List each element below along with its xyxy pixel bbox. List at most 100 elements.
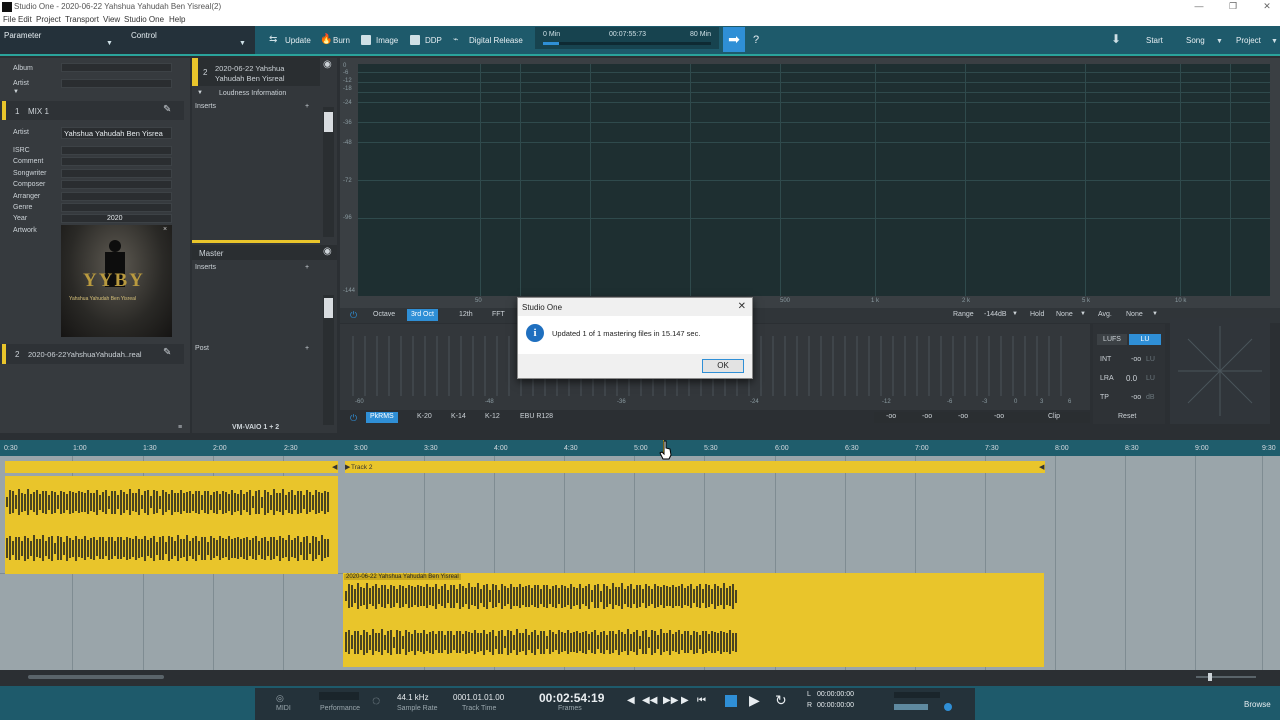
forward-arrow-icon[interactable]: ➡ (723, 27, 745, 52)
track1-end-marker-icon[interactable]: ◀ (332, 463, 337, 471)
inserts-label[interactable]: Inserts (195, 103, 216, 110)
clip-button[interactable]: Clip (1048, 413, 1060, 420)
hold-dropdown-icon[interactable]: ▼ (1080, 311, 1086, 317)
twelfth-button[interactable]: 12th (455, 309, 477, 321)
arranger-field[interactable] (61, 192, 172, 201)
songwriter-field[interactable] (61, 169, 172, 178)
meter-power-icon[interactable]: ⏻ (350, 413, 357, 424)
play-button[interactable]: ▶ (749, 692, 760, 709)
burn-button[interactable]: Burn (333, 36, 350, 45)
artist-field[interactable] (61, 79, 172, 88)
fader-knob[interactable] (324, 112, 333, 132)
menu-file[interactable]: File (3, 15, 16, 24)
project-button[interactable]: Project (1236, 36, 1261, 45)
menu-studio-one[interactable]: Studio One (124, 15, 164, 24)
dialog-close-icon[interactable]: ✕ (738, 301, 746, 312)
parameter-dropdown-icon[interactable]: ▼ (106, 40, 113, 47)
output-label[interactable]: VM-VAIO 1 + 2 (232, 424, 279, 431)
loop-icon[interactable]: ↻ (775, 692, 787, 709)
panel-list-icon[interactable]: ≡ (178, 424, 182, 431)
isrc-field[interactable] (61, 146, 172, 155)
menu-view[interactable]: View (103, 15, 120, 24)
output-volume-knob[interactable] (944, 703, 952, 711)
browse-button[interactable]: Browse (1244, 700, 1271, 709)
third-octave-button[interactable]: 3rd Oct (407, 309, 438, 321)
loop-r-value[interactable]: 00:00:00:00 (817, 702, 854, 709)
forward-icon[interactable]: ▶ (681, 695, 689, 706)
burn-icon[interactable]: 🔥 (320, 34, 332, 45)
post-label[interactable]: Post (195, 345, 209, 352)
composer-field[interactable] (61, 180, 172, 189)
skip-to-end-icon[interactable]: ⏮ (697, 695, 706, 706)
track2-marker-bar[interactable] (345, 461, 1045, 473)
range-value[interactable]: -144dB (984, 311, 1007, 318)
reset-button[interactable]: Reset (1118, 413, 1136, 420)
menu-project[interactable]: Project (36, 15, 61, 24)
image-icon[interactable] (361, 35, 371, 45)
artwork-image[interactable]: YYBY Yahshua Yahudah Ben Yisreal × (61, 225, 172, 337)
menu-edit[interactable]: Edit (18, 15, 32, 24)
hold-value[interactable]: None (1056, 311, 1073, 318)
lu-button[interactable]: LU (1129, 334, 1161, 345)
help-button[interactable]: ? (753, 34, 759, 46)
parameter-label[interactable]: Parameter (4, 31, 41, 40)
comment-field[interactable] (61, 157, 172, 166)
genre-field[interactable] (61, 203, 172, 212)
track-time-value[interactable]: 0001.01.01.00 (453, 693, 504, 702)
digital-release-button[interactable]: Digital Release (469, 36, 523, 45)
fft-button[interactable]: FFT (488, 309, 509, 321)
inserts-power-icon[interactable]: ◉ (323, 59, 332, 70)
ddp-icon[interactable] (410, 35, 420, 45)
control-label[interactable]: Control (131, 31, 157, 40)
k12-button[interactable]: K-12 (481, 412, 504, 423)
master-power-icon[interactable]: ◉ (323, 246, 332, 257)
output-volume-bar[interactable] (894, 704, 928, 710)
artwork-remove-icon[interactable]: × (163, 226, 167, 233)
rewind-to-start-icon[interactable]: ◀ (627, 695, 635, 706)
control-dropdown-icon[interactable]: ▼ (239, 40, 246, 47)
frames-value[interactable]: 00:02:54:19 (539, 691, 604, 705)
stop-button[interactable] (725, 695, 737, 707)
start-button[interactable]: Start (1146, 36, 1163, 45)
post-add-icon[interactable]: + (305, 345, 309, 352)
collapse-icon[interactable]: ▼ (13, 89, 19, 95)
master-inserts-add-icon[interactable]: + (305, 264, 309, 271)
ebu-r128-button[interactable]: EBU R128 (516, 412, 557, 423)
update-icon[interactable]: ⇆ (269, 34, 279, 45)
k14-button[interactable]: K-14 (447, 412, 470, 423)
menu-transport[interactable]: Transport (65, 15, 99, 24)
horizontal-scrollbar[interactable] (0, 670, 1280, 686)
fast-forward-icon[interactable]: ▶▶ (663, 695, 678, 706)
download-icon[interactable]: ⬇ (1111, 32, 1121, 46)
spectrum-power-icon[interactable]: ⏻ (350, 310, 357, 321)
track1-edit-icon[interactable]: ✎ (163, 104, 171, 115)
update-button[interactable]: Update (285, 36, 311, 45)
track2-edit-icon[interactable]: ✎ (163, 347, 171, 358)
master-fader-knob[interactable] (324, 298, 333, 318)
track1-marker-bar[interactable] (5, 461, 338, 473)
zoom-slider[interactable] (1196, 676, 1256, 678)
menu-help[interactable]: Help (169, 15, 185, 24)
scrollbar-thumb[interactable] (28, 675, 164, 679)
master-inserts-label[interactable]: Inserts (195, 264, 216, 271)
loop-l-value[interactable]: 00:00:00:00 (817, 691, 854, 698)
zoom-slider-knob[interactable] (1208, 673, 1212, 681)
ok-button[interactable]: OK (702, 359, 744, 373)
album-field[interactable] (61, 63, 172, 72)
maximize-button[interactable]: ❐ (1224, 1, 1242, 13)
project-dropdown-icon[interactable]: ▼ (1271, 38, 1278, 45)
digital-release-icon[interactable]: ⌁ (453, 34, 463, 44)
ddp-button[interactable]: DDP (425, 36, 442, 45)
lufs-button[interactable]: LUFS (1097, 334, 1127, 345)
track2-start-marker-icon[interactable]: ▶ (345, 463, 350, 471)
octave-button[interactable]: Octave (369, 309, 399, 321)
inserts-add-icon[interactable]: + (305, 103, 309, 110)
loudness-expand-icon[interactable]: ▼ (197, 90, 203, 96)
image-button[interactable]: Image (376, 36, 398, 45)
minimize-button[interactable]: — (1190, 1, 1208, 13)
pkrms-button[interactable]: PkRMS (366, 412, 398, 423)
song-dropdown-icon[interactable]: ▼ (1216, 38, 1223, 45)
avg-value[interactable]: None (1126, 311, 1143, 318)
track2-end-marker-icon[interactable]: ◀ (1039, 463, 1044, 471)
avg-dropdown-icon[interactable]: ▼ (1152, 311, 1158, 317)
